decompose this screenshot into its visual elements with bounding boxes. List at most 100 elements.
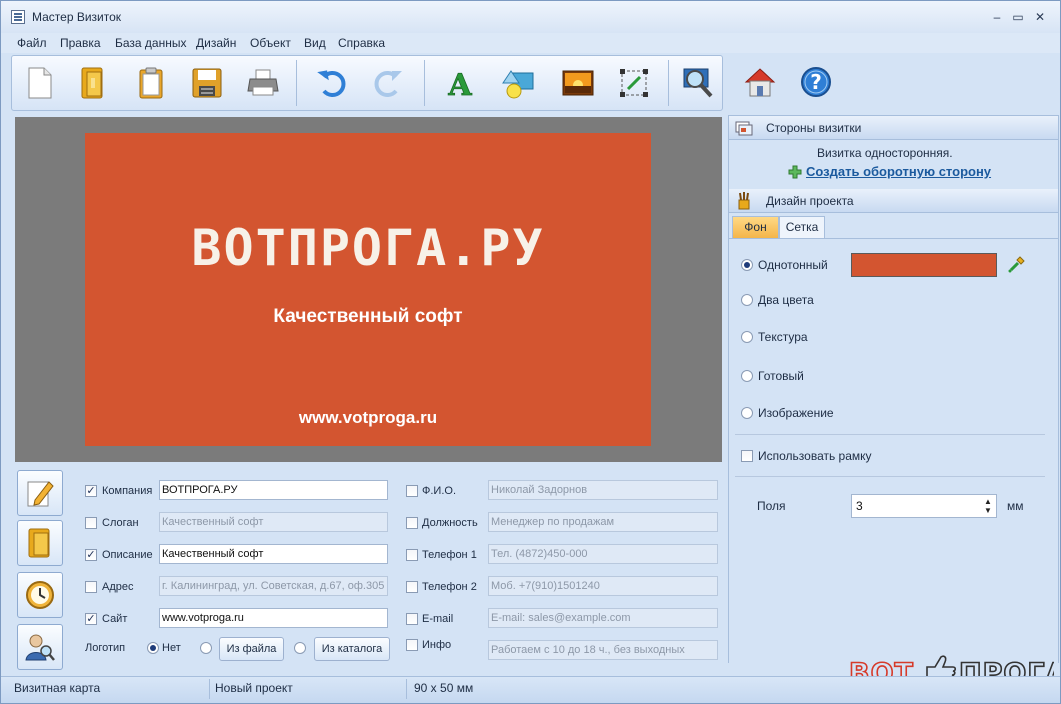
phone2-checkbox[interactable]: [406, 581, 418, 593]
address-checkbox[interactable]: [85, 581, 97, 593]
logo-none-radio[interactable]: [147, 642, 159, 654]
save-button[interactable]: [189, 64, 225, 102]
menu-design[interactable]: Дизайн: [196, 36, 236, 50]
description-checkbox[interactable]: ✓: [85, 549, 97, 561]
business-card[interactable]: ВОТПРОГА.РУ Качественный софт www.votpro…: [85, 133, 651, 446]
fill-two-colors-radio[interactable]: [741, 294, 753, 306]
fill-solid-radio[interactable]: [741, 259, 753, 271]
margin-unit: мм: [1007, 499, 1024, 513]
fill-preset-radio[interactable]: [741, 370, 753, 382]
fill-solid-label: Однотонный: [758, 258, 828, 272]
fill-image-label: Изображение: [758, 406, 834, 420]
fill-color-swatch[interactable]: [851, 253, 997, 277]
info-input[interactable]: Работаем с 10 до 18 ч., без выходных: [488, 640, 718, 660]
create-back-side-link[interactable]: Создать оборотную сторону: [806, 164, 991, 179]
position-checkbox[interactable]: [406, 517, 418, 529]
edit-text-button[interactable]: [17, 470, 63, 516]
add-text-button[interactable]: A: [442, 64, 478, 102]
email-input[interactable]: E-mail: sales@example.com: [488, 608, 718, 628]
eyedropper-icon[interactable]: [1008, 255, 1026, 273]
fill-image-radio[interactable]: [741, 407, 753, 419]
shapes-icon: [502, 70, 534, 99]
maximize-button[interactable]: ▭: [1010, 9, 1026, 25]
divider: [735, 476, 1045, 477]
properties-panel: Стороны визитки Визитка односторонняя. С…: [728, 115, 1059, 663]
margin-spinner[interactable]: 3 ▲ ▼: [851, 494, 997, 518]
svg-text:A: A: [447, 68, 472, 99]
redo-icon: [374, 71, 402, 97]
description-input[interactable]: Качественный софт: [159, 544, 388, 564]
print-button[interactable]: [245, 64, 281, 102]
menu-edit[interactable]: Правка: [60, 36, 101, 50]
slogan-checkbox[interactable]: [85, 517, 97, 529]
phone1-input[interactable]: Тел. (4872)450-000: [488, 544, 718, 564]
address-input[interactable]: г. Калининград, ул. Советская, д.67, оф.…: [159, 576, 388, 596]
use-frame-checkbox[interactable]: [741, 450, 753, 462]
zoom-button[interactable]: [680, 64, 716, 102]
clipboard-icon: [139, 67, 163, 99]
logo-from-file-button[interactable]: Из файла: [219, 637, 284, 661]
home-button[interactable]: [742, 63, 778, 101]
menu-view[interactable]: Вид: [304, 36, 326, 50]
history-button[interactable]: [17, 572, 63, 618]
design-section-header[interactable]: Дизайн проекта: [729, 189, 1058, 213]
tab-grid[interactable]: Сетка: [779, 216, 825, 238]
phone2-input[interactable]: Моб. +7(910)1501240: [488, 576, 718, 596]
sides-info-text: Визитка односторонняя.: [817, 146, 953, 160]
resize-button[interactable]: [616, 64, 652, 102]
status-mode: Визитная карта: [14, 681, 101, 695]
tab-background[interactable]: Фон: [732, 216, 779, 238]
image-icon: [562, 70, 594, 96]
new-document-button[interactable]: [22, 64, 58, 102]
card-description-text[interactable]: Качественный софт: [85, 306, 651, 328]
company-checkbox[interactable]: ✓: [85, 485, 97, 497]
menu-database[interactable]: База данных: [115, 36, 186, 50]
company-input[interactable]: ВОТПРОГА.РУ: [159, 480, 388, 500]
email-label: E-mail: [422, 613, 454, 625]
paste-button[interactable]: [133, 64, 169, 102]
fullname-input[interactable]: Николай Задорнов: [488, 480, 718, 500]
minimize-button[interactable]: –: [989, 9, 1005, 25]
slogan-input[interactable]: Качественный софт: [159, 512, 388, 532]
open-button[interactable]: [75, 64, 111, 102]
help-button[interactable]: ?: [798, 63, 834, 101]
status-project: Новый проект: [215, 681, 293, 695]
spinner-arrows-icon[interactable]: ▲ ▼: [982, 497, 994, 515]
redo-button[interactable]: [370, 64, 406, 102]
fill-texture-radio[interactable]: [741, 331, 753, 343]
email-checkbox[interactable]: [406, 613, 418, 625]
undo-icon: [317, 70, 346, 97]
card-site-text[interactable]: www.votproga.ru: [85, 408, 651, 428]
svg-text:?: ?: [810, 70, 822, 94]
logo-file-radio[interactable]: [200, 642, 212, 654]
site-checkbox[interactable]: ✓: [85, 613, 97, 625]
phone1-checkbox[interactable]: [406, 549, 418, 561]
add-shape-button[interactable]: [500, 64, 536, 102]
toolbar: A: [11, 55, 723, 111]
status-separator: [406, 679, 407, 699]
toolbar-separator: [668, 60, 669, 106]
new-document-icon: [28, 67, 52, 99]
menu-object[interactable]: Объект: [250, 36, 291, 50]
position-input[interactable]: Менеджер по продажам: [488, 512, 718, 532]
contacts-search-button[interactable]: [17, 624, 63, 670]
undo-button[interactable]: [314, 64, 350, 102]
menu-help[interactable]: Справка: [338, 36, 385, 50]
add-image-button[interactable]: [560, 64, 596, 102]
menu-bar: Файл Правка База данных Дизайн Объект Ви…: [1, 33, 1060, 53]
toolbar-separator: [296, 60, 297, 106]
sides-section-header[interactable]: Стороны визитки: [729, 116, 1058, 140]
info-checkbox[interactable]: [406, 639, 418, 651]
fullname-checkbox[interactable]: [406, 485, 418, 497]
close-button[interactable]: ✕: [1032, 9, 1048, 25]
card-company-text[interactable]: ВОТПРОГА.РУ: [85, 219, 651, 277]
logo-from-catalog-button[interactable]: Из каталога: [314, 637, 390, 661]
card-sides-icon: [735, 121, 753, 136]
fields-panel: ✓ Компания ВОТПРОГА.РУ Слоган Качественн…: [15, 466, 722, 674]
margin-label: Поля: [757, 499, 786, 513]
site-input[interactable]: www.votproga.ru: [159, 608, 388, 628]
logo-catalog-radio[interactable]: [294, 642, 306, 654]
brushes-icon: [738, 192, 750, 210]
menu-file[interactable]: Файл: [17, 36, 47, 50]
open-template-button[interactable]: [17, 520, 63, 566]
